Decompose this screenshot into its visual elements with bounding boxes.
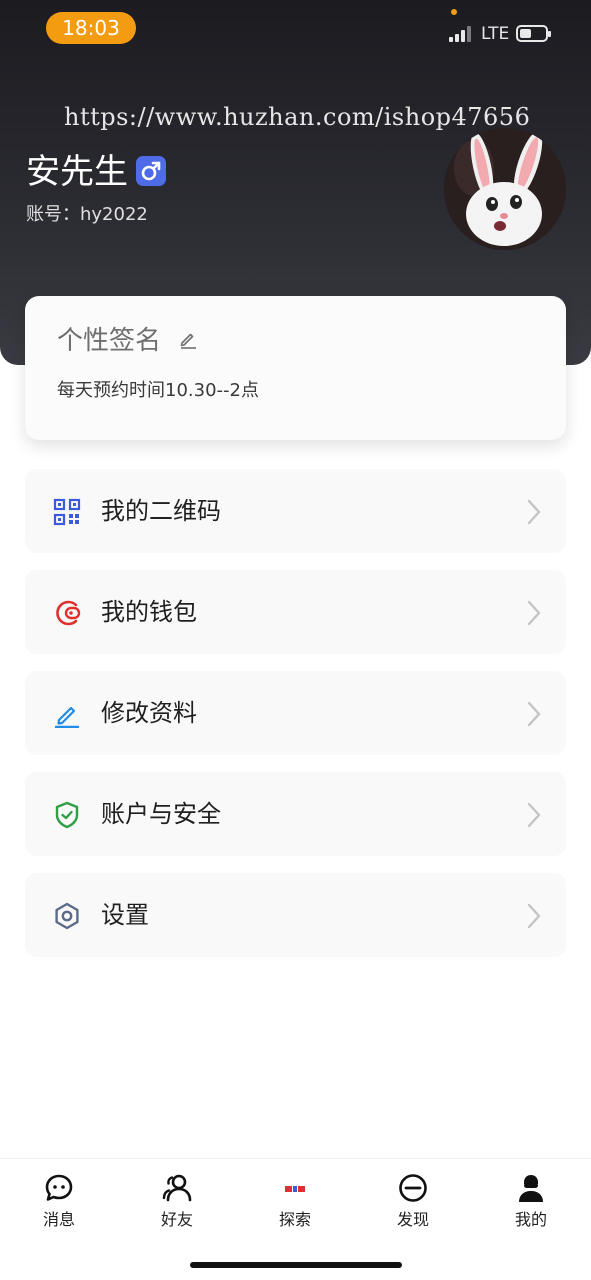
- status-bar: 18:03 LTE: [0, 0, 591, 60]
- menu-item-qr-code[interactable]: 我的二维码: [25, 469, 566, 553]
- menu-label: 修改资料: [101, 699, 197, 727]
- menu-item-settings[interactable]: 设置: [25, 873, 566, 957]
- chevron-right-icon: [525, 498, 543, 526]
- menu-label: 设置: [101, 901, 149, 929]
- edit-icon: [53, 700, 81, 729]
- menu-item-account-security[interactable]: 账户与安全: [25, 772, 566, 856]
- discover-icon: [398, 1173, 428, 1203]
- user-name: 安先生: [26, 152, 128, 192]
- battery-icon: [516, 25, 551, 42]
- menu-item-edit-profile[interactable]: 修改资料: [25, 671, 566, 755]
- tab-label: 好友: [160, 1210, 193, 1229]
- privacy-indicator-dot: [451, 9, 457, 15]
- watermark-url: https://www.huzhan.com/ishop47656: [64, 103, 531, 131]
- shield-check-icon: [53, 801, 81, 829]
- tab-label: 探索: [278, 1210, 311, 1229]
- pencil-edit-icon[interactable]: [178, 329, 198, 349]
- profile-icon: [516, 1173, 546, 1203]
- signature-card[interactable]: 个性签名 每天预约时间10.30--2点: [25, 296, 566, 440]
- menu-label: 我的二维码: [101, 497, 221, 525]
- chevron-right-icon: [525, 801, 543, 829]
- signature-title: 个性签名: [57, 326, 162, 356]
- tab-label: 消息: [42, 1210, 75, 1229]
- tab-label: 发现: [396, 1210, 429, 1229]
- tab-discover[interactable]: 发现: [373, 1173, 453, 1237]
- avatar[interactable]: [444, 128, 566, 250]
- tab-explore[interactable]: 探索: [255, 1173, 335, 1237]
- message-icon: [44, 1173, 74, 1203]
- status-time: 18:03: [46, 12, 136, 44]
- settings-icon: [53, 902, 81, 930]
- signature-text: 每天预约时间10.30--2点: [57, 380, 259, 401]
- chevron-right-icon: [525, 599, 543, 627]
- chevron-right-icon: [525, 700, 543, 728]
- tab-messages[interactable]: 消息: [19, 1173, 99, 1237]
- baidu-icon: [280, 1173, 310, 1203]
- friends-icon: [162, 1173, 192, 1203]
- tab-friends[interactable]: 好友: [137, 1173, 217, 1237]
- chevron-right-icon: [525, 902, 543, 930]
- qr-code-icon: [53, 498, 81, 526]
- tab-label: 我的: [514, 1210, 547, 1229]
- account-id: 账号：hy2022: [26, 204, 148, 225]
- tab-profile[interactable]: 我的: [491, 1173, 571, 1237]
- wallet-icon: [53, 599, 81, 627]
- menu-label: 账户与安全: [101, 800, 221, 828]
- cellular-signal-icon: [449, 26, 471, 42]
- male-icon: [136, 156, 166, 186]
- menu-label: 我的钱包: [101, 598, 197, 626]
- menu-item-wallet[interactable]: 我的钱包: [25, 570, 566, 654]
- network-type: LTE: [481, 24, 510, 44]
- home-indicator[interactable]: [190, 1262, 402, 1268]
